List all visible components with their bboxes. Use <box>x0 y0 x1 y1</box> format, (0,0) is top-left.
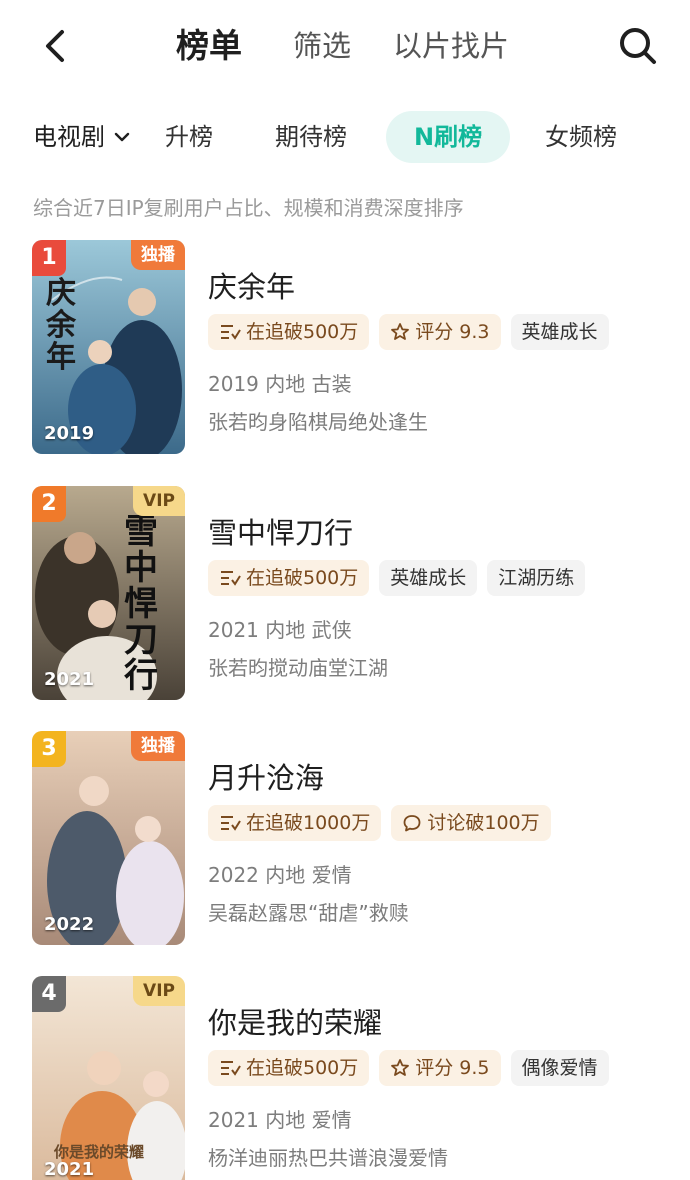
item-description: 杨洋迪丽热巴共谱浪漫爱情 <box>208 1146 448 1170</box>
list-trend-icon <box>221 325 241 340</box>
tag-discussion: 讨论破100万 <box>391 805 551 841</box>
list-item[interactable]: 庆余年 1 独播 2019 庆余年 在追破500万 评分 9.3 英雄成长 20… <box>0 240 690 470</box>
tag-rating: 评分 9.3 <box>379 314 501 350</box>
tag-label: 评分 9.5 <box>415 1057 490 1079</box>
tag-label: 评分 9.3 <box>415 321 490 343</box>
list-item[interactable]: 雪中悍刀行 2 VIP 2021 雪中悍刀行 在追破500万 英雄成长 江湖历练… <box>0 486 690 716</box>
chip-rising[interactable]: 升榜 <box>165 111 213 163</box>
rank-badge: 1 <box>32 240 66 276</box>
tag-rating: 评分 9.5 <box>379 1050 501 1086</box>
category-select[interactable]: 电视剧 <box>33 115 131 159</box>
tag-genre: 英雄成长 <box>379 560 478 596</box>
tag-genre: 江湖历练 <box>487 560 586 596</box>
tag-row: 在追破500万 评分 9.3 英雄成长 <box>208 314 609 350</box>
tag-following: 在追破1000万 <box>208 805 382 841</box>
poster[interactable]: 3 独播 2022 <box>32 731 185 945</box>
chevron-down-icon <box>114 132 130 142</box>
search-button[interactable] <box>616 24 660 68</box>
tag-following: 在追破500万 <box>208 314 370 350</box>
tab-ranking[interactable]: 榜单 <box>176 24 242 68</box>
tab-filter[interactable]: 筛选 <box>293 24 351 68</box>
item-description: 张若昀搅动庙堂江湖 <box>208 656 388 680</box>
exclusive-badge: 独播 <box>131 731 185 761</box>
chip-rewatch[interactable]: N刷榜 <box>386 111 511 163</box>
item-meta: 2019 内地 古装 <box>208 372 352 396</box>
list-trend-icon <box>221 571 241 586</box>
item-meta: 2021 内地 武侠 <box>208 618 352 642</box>
chip-female[interactable]: 女频榜 <box>545 111 617 163</box>
list-trend-icon <box>221 816 241 831</box>
chat-bubble-icon <box>403 815 421 832</box>
poster-title-art: 你是我的荣耀 <box>54 1143 145 1161</box>
item-title[interactable]: 月升沧海 <box>208 755 324 797</box>
vip-badge: VIP <box>133 486 185 516</box>
tag-row: 在追破500万 评分 9.5 偶像爱情 <box>208 1050 609 1086</box>
star-icon <box>391 1059 410 1076</box>
tag-label: 讨论破100万 <box>427 812 540 834</box>
tag-genre: 英雄成长 <box>510 314 609 350</box>
tag-following: 在追破500万 <box>208 1050 370 1086</box>
chart-filter-bar: 电视剧 升榜 期待榜 N刷榜 女频榜 <box>0 104 690 170</box>
rank-badge: 3 <box>32 731 66 767</box>
poster-year: 2021 <box>44 669 95 690</box>
item-meta: 2022 内地 爱情 <box>208 863 352 887</box>
item-title[interactable]: 雪中悍刀行 <box>208 510 353 552</box>
item-title[interactable]: 庆余年 <box>208 264 295 306</box>
tag-genre: 偶像爱情 <box>510 1050 609 1086</box>
tag-label: 在追破500万 <box>246 1057 359 1079</box>
tag-label: 在追破1000万 <box>246 812 371 834</box>
top-bar: 榜单 筛选 以片找片 <box>0 0 690 90</box>
category-label: 电视剧 <box>33 123 105 151</box>
tab-find-by-show[interactable]: 以片找片 <box>393 24 509 68</box>
item-meta: 2021 内地 爱情 <box>208 1108 352 1132</box>
poster-year: 2022 <box>44 914 95 935</box>
exclusive-badge: 独播 <box>131 240 185 270</box>
poster-year: 2021 <box>44 1159 95 1180</box>
list-item[interactable]: 3 独播 2022 月升沧海 在追破1000万 讨论破100万 2022 内地 … <box>0 731 690 961</box>
poster[interactable]: 庆余年 1 独播 2019 <box>32 240 185 454</box>
chevron-left-icon <box>46 30 64 62</box>
tag-following: 在追破500万 <box>208 560 370 596</box>
rank-badge: 2 <box>32 486 66 522</box>
search-icon <box>620 28 656 64</box>
tag-row: 在追破1000万 讨论破100万 <box>208 805 551 841</box>
chart-description: 综合近7日IP复刷用户占比、规模和消费深度排序 <box>33 196 464 220</box>
tag-label: 在追破500万 <box>246 321 359 343</box>
poster[interactable]: 你是我的荣耀 4 VIP 2021 <box>32 976 185 1180</box>
poster-title-art: 雪中悍刀行 <box>124 512 158 696</box>
star-icon <box>391 323 410 340</box>
rank-badge: 4 <box>32 976 66 1012</box>
back-button[interactable] <box>36 24 76 68</box>
item-description: 张若昀身陷棋局绝处逢生 <box>208 410 428 434</box>
item-title[interactable]: 你是我的荣耀 <box>208 1000 382 1042</box>
chip-anticipated[interactable]: 期待榜 <box>275 111 347 163</box>
poster-year: 2019 <box>44 423 95 444</box>
list-trend-icon <box>221 1061 241 1076</box>
item-description: 吴磊赵露思“甜虐”救赎 <box>208 901 409 925</box>
list-item[interactable]: 你是我的荣耀 4 VIP 2021 你是我的荣耀 在追破500万 评分 9.5 … <box>0 976 690 1180</box>
vip-badge: VIP <box>133 976 185 1006</box>
tag-label: 在追破500万 <box>246 567 359 589</box>
tag-row: 在追破500万 英雄成长 江湖历练 <box>208 560 586 596</box>
poster-title-art: 庆余年 <box>46 276 76 375</box>
poster[interactable]: 雪中悍刀行 2 VIP 2021 <box>32 486 185 700</box>
